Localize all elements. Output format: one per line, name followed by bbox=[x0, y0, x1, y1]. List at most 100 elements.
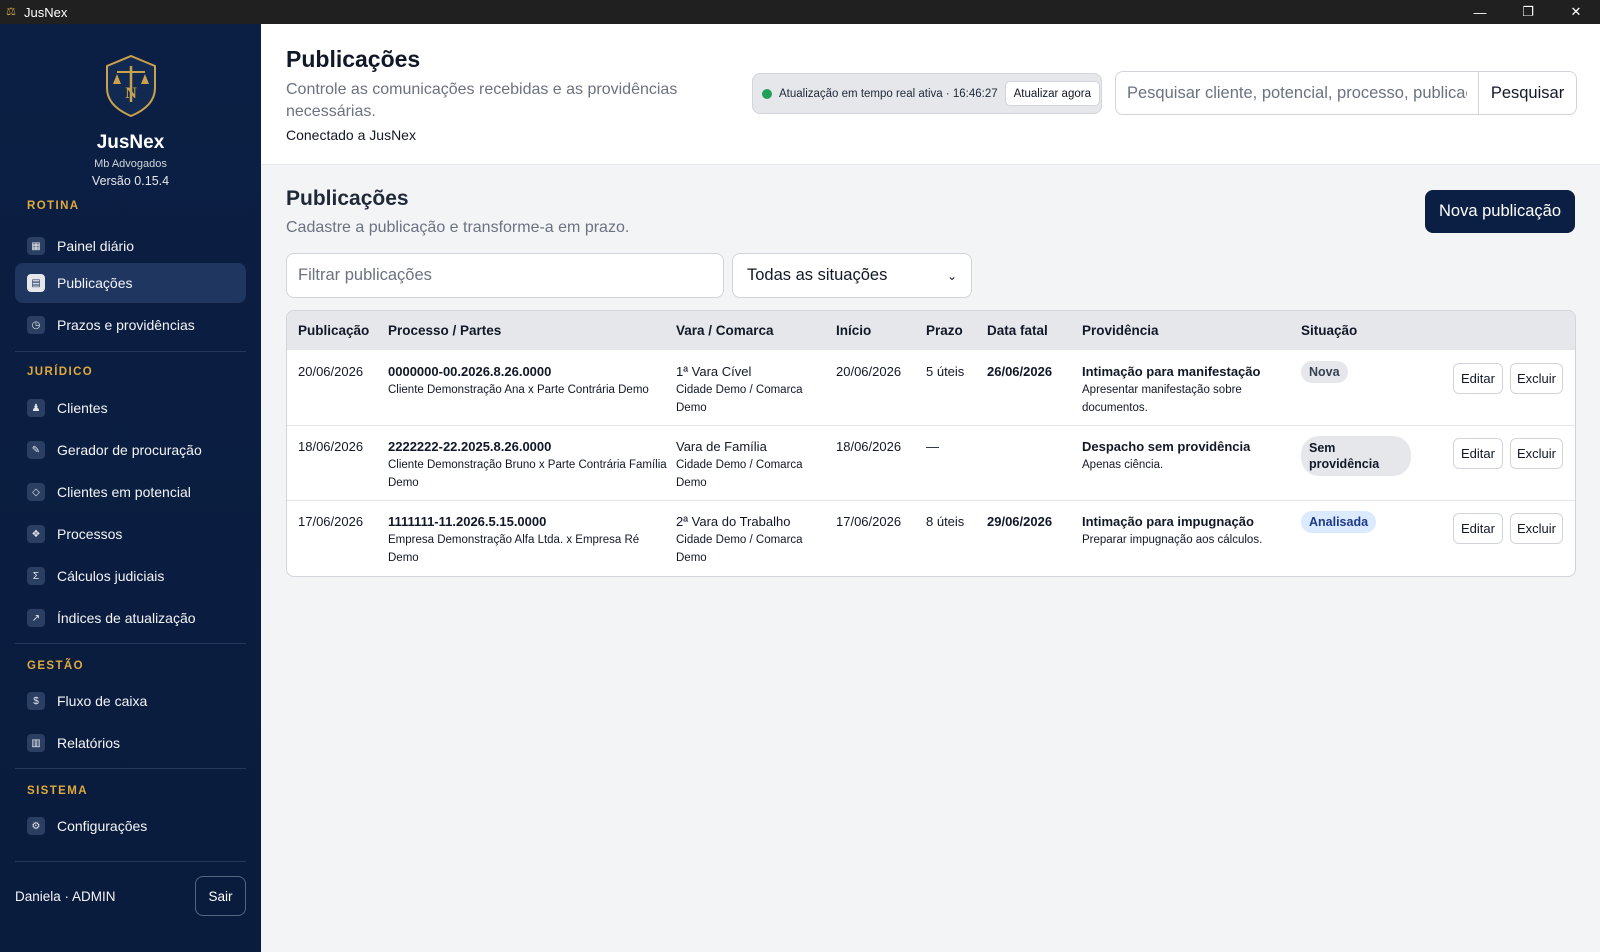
report-icon: ▥ bbox=[27, 734, 45, 752]
sidebar-item-indices[interactable]: ↗ Índices de atualização bbox=[15, 598, 246, 638]
search-button[interactable]: Pesquisar bbox=[1479, 71, 1577, 115]
process-number[interactable]: 1111111-11.2026.5.15.0000 bbox=[388, 513, 668, 531]
sidebar-item-label: Cálculos judiciais bbox=[57, 568, 165, 584]
connection-status: Conectado a JusNex bbox=[286, 127, 416, 143]
table-header: Publicação Processo / Partes Vara / Coma… bbox=[287, 311, 1575, 350]
sidebar-item-painel-diario[interactable]: ▦ Painel diário bbox=[15, 226, 246, 266]
sidebar-divider bbox=[15, 643, 246, 644]
sidebar-item-publicacoes[interactable]: ▤ Publicações bbox=[15, 263, 246, 303]
section-subtitle: Cadastre a publicação e transforme-a em … bbox=[286, 219, 630, 236]
minimize-icon[interactable]: — bbox=[1456, 0, 1504, 24]
edit-button[interactable]: Editar bbox=[1453, 438, 1503, 469]
sidebar-item-gerador-procuracao[interactable]: ✎ Gerador de procuração bbox=[15, 430, 246, 470]
cell-processo: 1111111-11.2026.5.15.0000 Empresa Demons… bbox=[388, 513, 668, 567]
sidebar-item-clientes[interactable]: ♟ Clientes bbox=[15, 388, 246, 428]
section-juridico: JURÍDICO bbox=[27, 366, 94, 378]
table-row: 20/06/2026 0000000-00.2026.8.26.0000 Cli… bbox=[287, 350, 1575, 426]
logout-button[interactable]: Sair bbox=[195, 876, 246, 916]
sidebar-item-calculos[interactable]: Σ Cálculos judiciais bbox=[15, 556, 246, 596]
cell-prazo: 5 úteis bbox=[926, 364, 965, 379]
target-icon: ◇ bbox=[27, 483, 45, 501]
publications-table: Publicação Processo / Partes Vara / Coma… bbox=[286, 310, 1576, 577]
sidebar: N JusNex Mb Advogados Versão 0.15.4 ROTI… bbox=[0, 24, 261, 952]
page-subtitle: Controle as comunicações recebidas e as … bbox=[286, 81, 678, 120]
process-parties: Cliente Demonstração Ana x Parte Contrár… bbox=[388, 384, 649, 396]
sidebar-item-fluxo-caixa[interactable]: $ Fluxo de caixa bbox=[15, 681, 246, 721]
new-publication-button[interactable]: Nova publicação bbox=[1425, 190, 1575, 233]
sidebar-item-label: Gerador de procuração bbox=[57, 442, 202, 458]
cell-providencia: Intimação para impugnação Preparar impug… bbox=[1082, 513, 1282, 549]
chevron-down-icon: ⌄ bbox=[946, 268, 957, 283]
realtime-status: Atualização em tempo real ativa · 16:46:… bbox=[752, 73, 1102, 114]
status-filter-value: Todas as situações bbox=[747, 266, 888, 284]
section-rotina: ROTINA bbox=[27, 200, 80, 212]
section-gestao: GESTÃO bbox=[27, 660, 84, 672]
dollar-icon: $ bbox=[27, 692, 45, 710]
table-row: 18/06/2026 2222222-22.2025.8.26.0000 Cli… bbox=[287, 425, 1575, 501]
court-name: Vara de Família bbox=[676, 439, 767, 454]
sidebar-item-configuracoes[interactable]: ⚙ Configurações bbox=[15, 806, 246, 846]
search-input[interactable] bbox=[1115, 71, 1479, 115]
svg-text:N: N bbox=[125, 85, 137, 102]
court-district: Cidade Demo / Comarca Demo bbox=[676, 459, 803, 489]
column-header: Data fatal bbox=[987, 323, 1048, 338]
sidebar-item-clientes-potencial[interactable]: ◇ Clientes em potencial bbox=[15, 472, 246, 512]
restore-icon[interactable]: ❐ bbox=[1504, 0, 1552, 24]
column-header: Situação bbox=[1301, 323, 1358, 338]
column-header: Vara / Comarca bbox=[676, 323, 774, 338]
section-title: Publicações bbox=[286, 187, 409, 210]
providence-title: Despacho sem providência bbox=[1082, 439, 1251, 454]
window-controls: — ❐ ✕ bbox=[1456, 0, 1600, 24]
user-row: Daniela · ADMIN Sair bbox=[15, 876, 246, 916]
current-user: Daniela · ADMIN bbox=[15, 888, 116, 904]
cell-data-fatal: 29/06/2026 bbox=[987, 514, 1053, 529]
providence-title: Intimação para impugnação bbox=[1082, 514, 1254, 529]
cell-publicacao: 18/06/2026 bbox=[298, 439, 364, 454]
cell-inicio: 18/06/2026 bbox=[836, 439, 902, 454]
edit-button[interactable]: Editar bbox=[1453, 513, 1503, 544]
cell-vara: 2ª Vara do Trabalho Cidade Demo / Comarc… bbox=[676, 513, 826, 567]
sidebar-item-prazos[interactable]: ◷ Prazos e providências bbox=[15, 305, 246, 345]
delete-button[interactable]: Excluir bbox=[1510, 438, 1563, 469]
sigma-icon: Σ bbox=[27, 567, 45, 585]
trend-icon: ↗ bbox=[27, 609, 45, 627]
refresh-now-button[interactable]: Atualizar agora bbox=[1004, 81, 1100, 106]
top-header: Publicações Controle as comunicações rec… bbox=[261, 24, 1600, 165]
status-badge: Sem providência bbox=[1301, 436, 1411, 476]
court-district: Cidade Demo / Comarca Demo bbox=[676, 534, 803, 564]
sidebar-item-label: Índices de atualização bbox=[57, 610, 196, 626]
cell-publicacao: 20/06/2026 bbox=[298, 364, 364, 379]
realtime-text: Atualização em tempo real ativa · 16:46:… bbox=[779, 87, 998, 100]
process-number[interactable]: 0000000-00.2026.8.26.0000 bbox=[388, 363, 668, 381]
sidebar-item-label: Publicações bbox=[57, 275, 133, 291]
court-name: 1ª Vara Cível bbox=[676, 364, 752, 379]
cell-processo: 2222222-22.2025.8.26.0000 Cliente Demons… bbox=[388, 438, 668, 492]
sidebar-item-processos[interactable]: ❖ Processos bbox=[15, 514, 246, 554]
sidebar-item-label: Prazos e providências bbox=[57, 317, 195, 333]
main-content: Publicações Controle as comunicações rec… bbox=[261, 24, 1600, 952]
process-parties: Empresa Demonstração Alfa Ltda. x Empres… bbox=[388, 534, 640, 564]
sidebar-item-label: Clientes bbox=[57, 400, 108, 416]
folder-icon: ❖ bbox=[27, 525, 45, 543]
sidebar-item-label: Relatórios bbox=[57, 735, 121, 751]
close-icon[interactable]: ✕ bbox=[1552, 0, 1600, 24]
dashboard-icon: ▦ bbox=[27, 237, 45, 255]
providence-description: Preparar impugnação aos cálculos. bbox=[1082, 534, 1263, 546]
app-version: Versão 0.15.4 bbox=[91, 174, 170, 188]
process-number[interactable]: 2222222-22.2025.8.26.0000 bbox=[388, 438, 668, 456]
org-name: Mb Advogados bbox=[94, 158, 167, 170]
status-filter-select[interactable]: Todas as situações ⌄ bbox=[732, 253, 972, 298]
column-header: Publicação bbox=[298, 323, 370, 338]
cell-processo: 0000000-00.2026.8.26.0000 Cliente Demons… bbox=[388, 363, 668, 399]
publications-icon: ▤ bbox=[27, 274, 45, 292]
cell-publicacao: 17/06/2026 bbox=[298, 514, 364, 529]
process-parties: Cliente Demonstração Bruno x Parte Contr… bbox=[388, 459, 667, 489]
delete-button[interactable]: Excluir bbox=[1510, 363, 1563, 394]
sidebar-item-relatorios[interactable]: ▥ Relatórios bbox=[15, 723, 246, 763]
sidebar-item-label: Clientes em potencial bbox=[57, 484, 191, 500]
edit-button[interactable]: Editar bbox=[1453, 363, 1503, 394]
delete-button[interactable]: Excluir bbox=[1510, 513, 1563, 544]
user-icon: ♟ bbox=[27, 399, 45, 417]
filter-publications-input[interactable] bbox=[286, 253, 724, 298]
clock-icon: ◷ bbox=[27, 316, 45, 334]
